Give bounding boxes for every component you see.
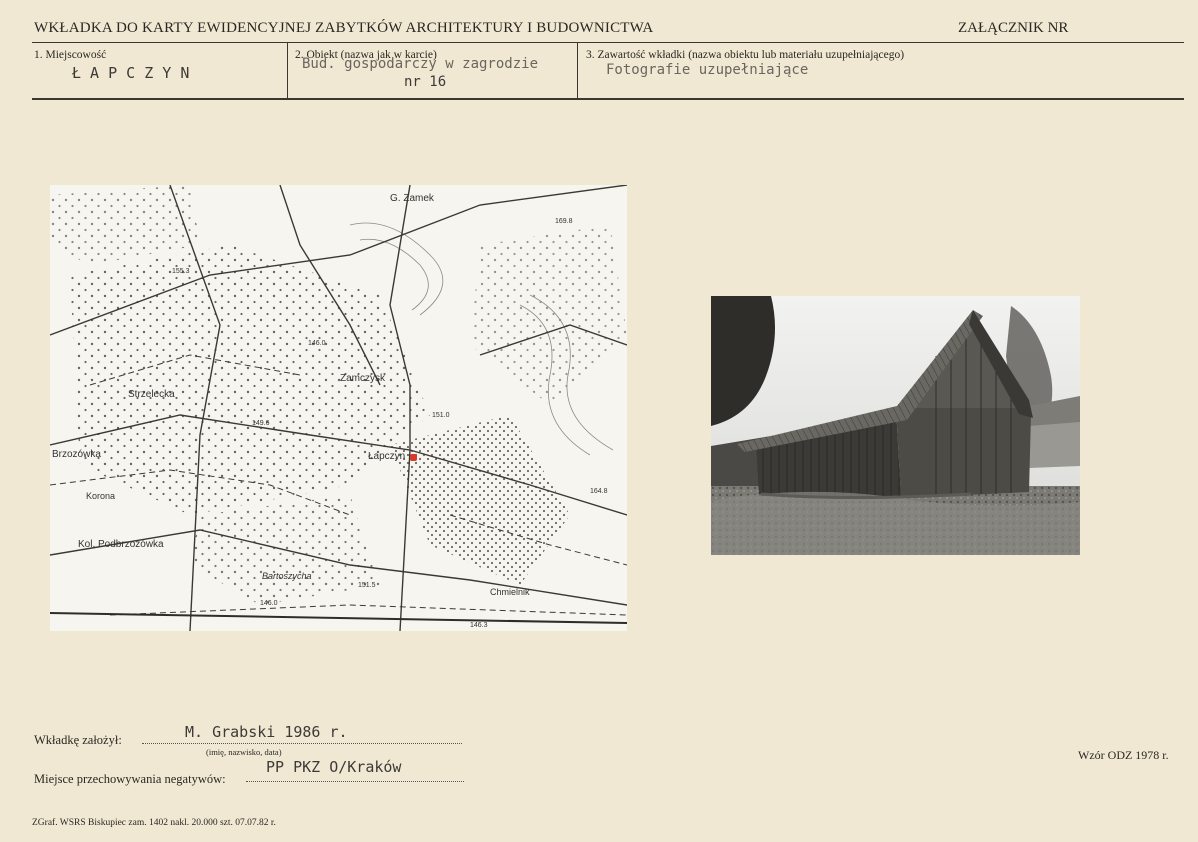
topographic-map: G. Zamek Strzelecka Zamczysk Łapczyn Brz… <box>50 185 627 631</box>
map-elevation: 146.3 <box>470 622 488 629</box>
printer-imprint: ZGraf. WSRS Biskupiec zam. 1402 nakl. 20… <box>32 818 276 828</box>
record-sheet: WKŁADKA DO KARTY EWIDENCYJNEJ ZABYTKÓW A… <box>0 0 1198 842</box>
map-elevation: 164.8 <box>590 488 608 495</box>
map-elevation: 151.0 <box>432 412 450 419</box>
field-divider-2 <box>577 43 578 98</box>
object-value-line1: Bud. gospodarczy w zagrodzie <box>302 56 539 72</box>
barn-photo-drawing <box>711 296 1080 555</box>
building-photograph <box>711 296 1080 555</box>
annex-label: ZAŁĄCZNIK NR <box>958 20 1069 36</box>
object-value-line2: nr 16 <box>404 74 447 90</box>
map-elevation: 155.3 <box>172 268 190 275</box>
map-label-korona: Korona <box>86 491 115 501</box>
map-label-g-zamek: G. Zamek <box>390 193 435 204</box>
map-drawing: G. Zamek Strzelecka Zamczysk Łapczyn Brz… <box>50 185 627 631</box>
location-label: 1. Miejscowość <box>34 49 107 61</box>
founded-dotted-line <box>142 743 462 744</box>
founded-value: M. Grabski 1986 r. <box>185 723 348 741</box>
founded-label: Wkładkę założył: <box>34 733 122 747</box>
map-label-bartoszycha: Bartoszycha <box>262 571 312 581</box>
header-rule-bottom <box>32 98 1184 100</box>
content-value: Fotografie uzupełniające <box>606 62 809 78</box>
map-label-zamczysk: Zamczysk <box>340 373 386 384</box>
sheet-title: WKŁADKA DO KARTY EWIDENCYJNEJ ZABYTKÓW A… <box>34 20 654 36</box>
map-elevation: 149.6 <box>252 420 270 427</box>
location-value: Ł A P C Z Y N <box>72 64 190 82</box>
header-rule-top <box>32 42 1184 43</box>
map-label-chmielnik: Chmielnik <box>490 587 530 597</box>
map-label-lapczyn: Łapczyn <box>368 451 405 462</box>
map-label-strzelecka: Strzelecka <box>128 389 175 400</box>
map-elevation: 146.0 <box>308 340 326 347</box>
map-elevation: 169.8 <box>555 218 573 225</box>
negatives-value: PP PKZ O/Kraków <box>266 758 402 776</box>
map-label-brzozowka: Brzozówka <box>52 449 101 460</box>
negatives-dotted-line <box>246 781 464 782</box>
map-elevation: 151.5 <box>358 582 376 589</box>
map-elevation: 146.0 <box>260 600 278 607</box>
content-label: 3. Zawartość wkładki (nazwa obiektu lub … <box>586 49 905 61</box>
field-divider-1 <box>287 43 288 98</box>
founded-hint: (imię, nazwisko, data) <box>206 747 282 757</box>
object-location-marker <box>410 454 417 461</box>
negatives-label: Miejsce przechowywania negatywów: <box>34 772 226 786</box>
map-label-kol-podbrzozowka: Kol. Podbrzozówka <box>78 539 164 550</box>
form-note: Wzór ODZ 1978 r. <box>1078 748 1169 762</box>
